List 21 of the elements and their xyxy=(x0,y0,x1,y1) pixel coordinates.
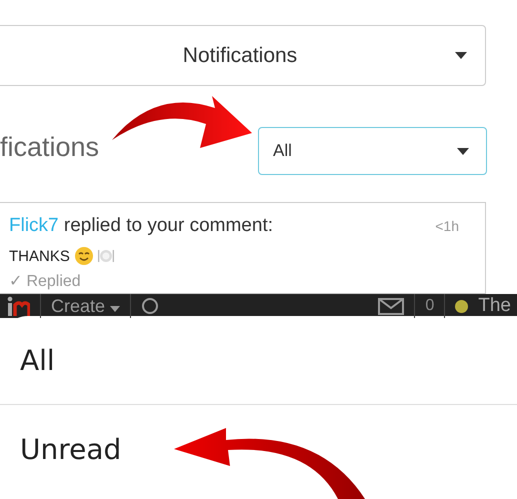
caret-icon xyxy=(457,148,469,154)
status-dot xyxy=(455,300,468,312)
page-heading: fications xyxy=(0,132,100,162)
create-menu[interactable]: Create xyxy=(51,296,120,316)
plate-icon xyxy=(98,248,114,264)
mail-icon[interactable] xyxy=(378,298,404,314)
search-icon[interactable] xyxy=(141,297,160,315)
replied-status: ✓ Replied xyxy=(9,272,81,292)
notification-count[interactable]: 0 xyxy=(425,297,434,315)
caret-icon xyxy=(455,52,467,59)
menu-option[interactable]: Unread xyxy=(0,405,517,493)
notification-title: Flick7 replied to your comment: xyxy=(9,215,273,237)
smiley-icon xyxy=(74,247,93,265)
filter-dropdown[interactable]: All xyxy=(258,127,487,175)
menu-option[interactable]: All xyxy=(0,316,517,404)
notifications-dropdown[interactable]: Notifications xyxy=(0,25,486,86)
username[interactable]: The xyxy=(478,295,511,317)
logo-icon[interactable] xyxy=(6,296,30,316)
notification-time: <1h xyxy=(435,218,459,234)
notification-message: THANKS xyxy=(9,248,70,264)
caret-icon xyxy=(110,306,120,312)
